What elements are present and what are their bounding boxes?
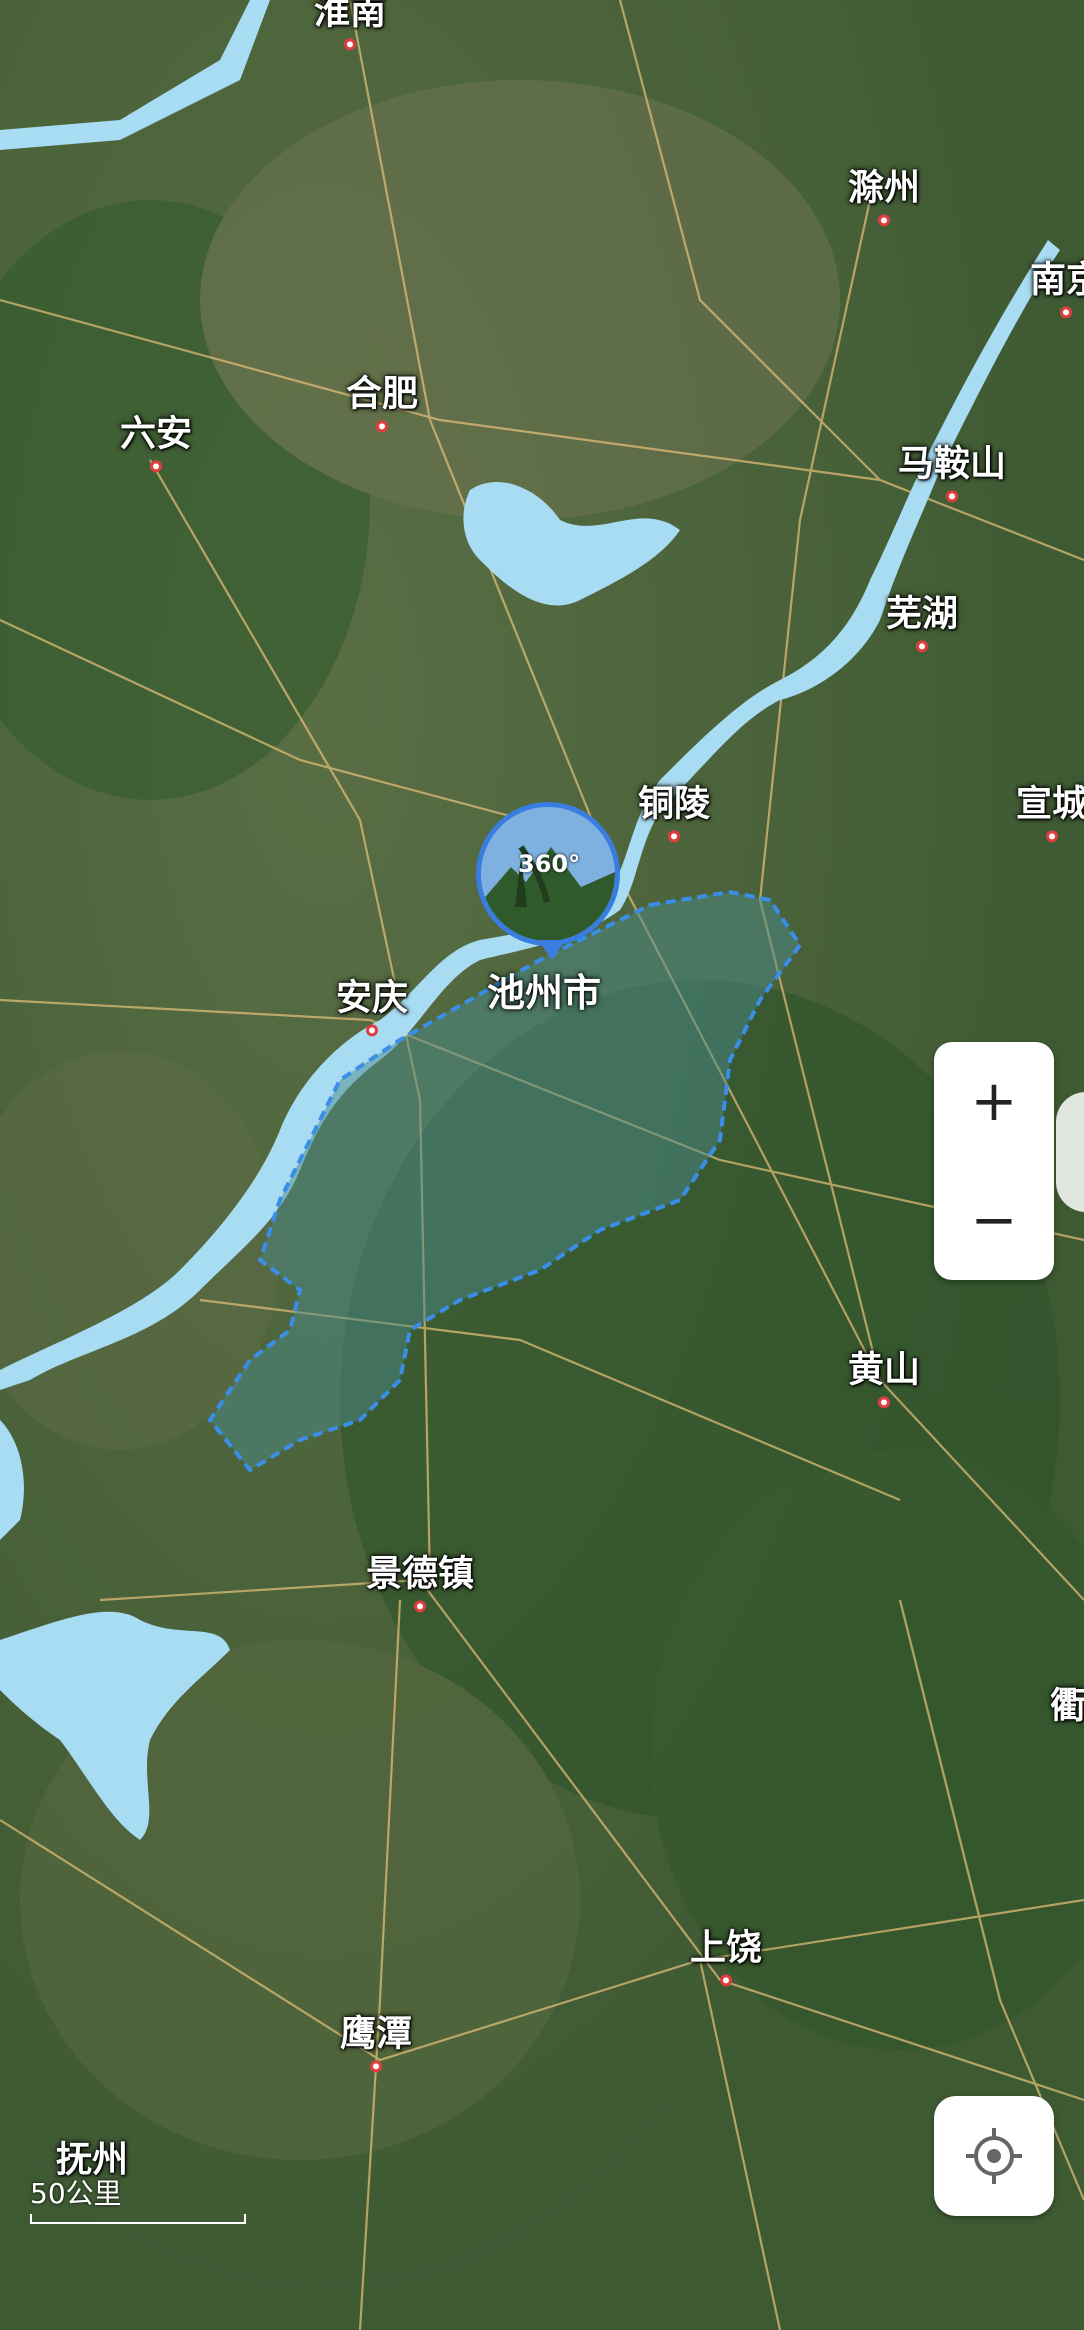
city-luan[interactable]: 六安 [120,414,192,472]
city-dot [1045,830,1058,842]
zoom-controls: + − [934,1042,1054,1280]
scale-line [30,2214,246,2224]
city-label: 宣城 [1015,783,1084,825]
city-dot [877,1396,890,1408]
city-anqing[interactable]: 安庆 [336,978,408,1036]
city-yingtan[interactable]: 鹰潭 [340,2014,412,2072]
selected-region-label[interactable]: 池州市 [487,962,601,1017]
city-label: 铜陵 [637,783,711,825]
city-dot [375,420,388,432]
city-label: 上饶 [689,1927,763,1969]
city-dot [945,490,958,502]
satellite-map[interactable] [0,0,1084,2330]
city-dot [149,460,162,472]
scale-label: 50公里 [30,2177,122,2210]
city-label: 六安 [119,413,193,455]
locate-button[interactable] [934,2096,1054,2216]
city-hefei[interactable]: 合肥 [346,374,418,432]
city-label: 黄山 [847,1349,921,1391]
scale-bar: 50公里 [30,2172,246,2224]
city-dot [343,38,356,50]
city-label: 淮南 [313,0,387,33]
city-jingdezhen[interactable]: 景德镇 [366,1554,474,1612]
city-dot [365,1024,378,1036]
locate-icon [966,2128,1022,2184]
city-maanshan[interactable]: 马鞍山 [898,444,1006,502]
city-label: 衢 [1049,1685,1084,1727]
city-huainan[interactable]: 淮南 [314,0,386,50]
city-label: 南京 [1029,259,1084,301]
city-nanjing[interactable]: 南京 [1030,260,1084,318]
city-huangshan[interactable]: 黄山 [848,1350,920,1408]
city-label: 芜湖 [885,593,959,635]
city-dot [413,1600,426,1612]
city-xuancheng[interactable]: 宣城 [1016,784,1084,842]
panorama-360-badge: 360° [518,850,581,878]
city-label: 马鞍山 [897,443,1007,485]
zoom-out-button[interactable]: − [934,1161,1054,1280]
city-shangrao[interactable]: 上饶 [690,1928,762,1986]
city-dot [667,830,680,842]
zoom-in-button[interactable]: + [934,1042,1054,1161]
city-wuhu[interactable]: 芜湖 [886,594,958,652]
city-label: 鹰潭 [339,2013,413,2055]
city-dot [1059,306,1072,318]
city-label: 滁州 [847,167,921,209]
city-label: 安庆 [335,977,409,1019]
layer-toggle-button[interactable] [1056,1092,1084,1212]
city-tongling[interactable]: 铜陵 [638,784,710,842]
pin-tip [538,940,566,960]
city-label: 景德镇 [365,1553,475,1595]
city-dot [719,1974,732,1986]
city-chuzhou[interactable]: 滁州 [848,168,920,226]
city-label: 合肥 [345,373,419,415]
city-dot [915,640,928,652]
city-quzhou[interactable]: 衢 [1050,1686,1084,1726]
city-dot [369,2060,382,2072]
city-dot [877,214,890,226]
